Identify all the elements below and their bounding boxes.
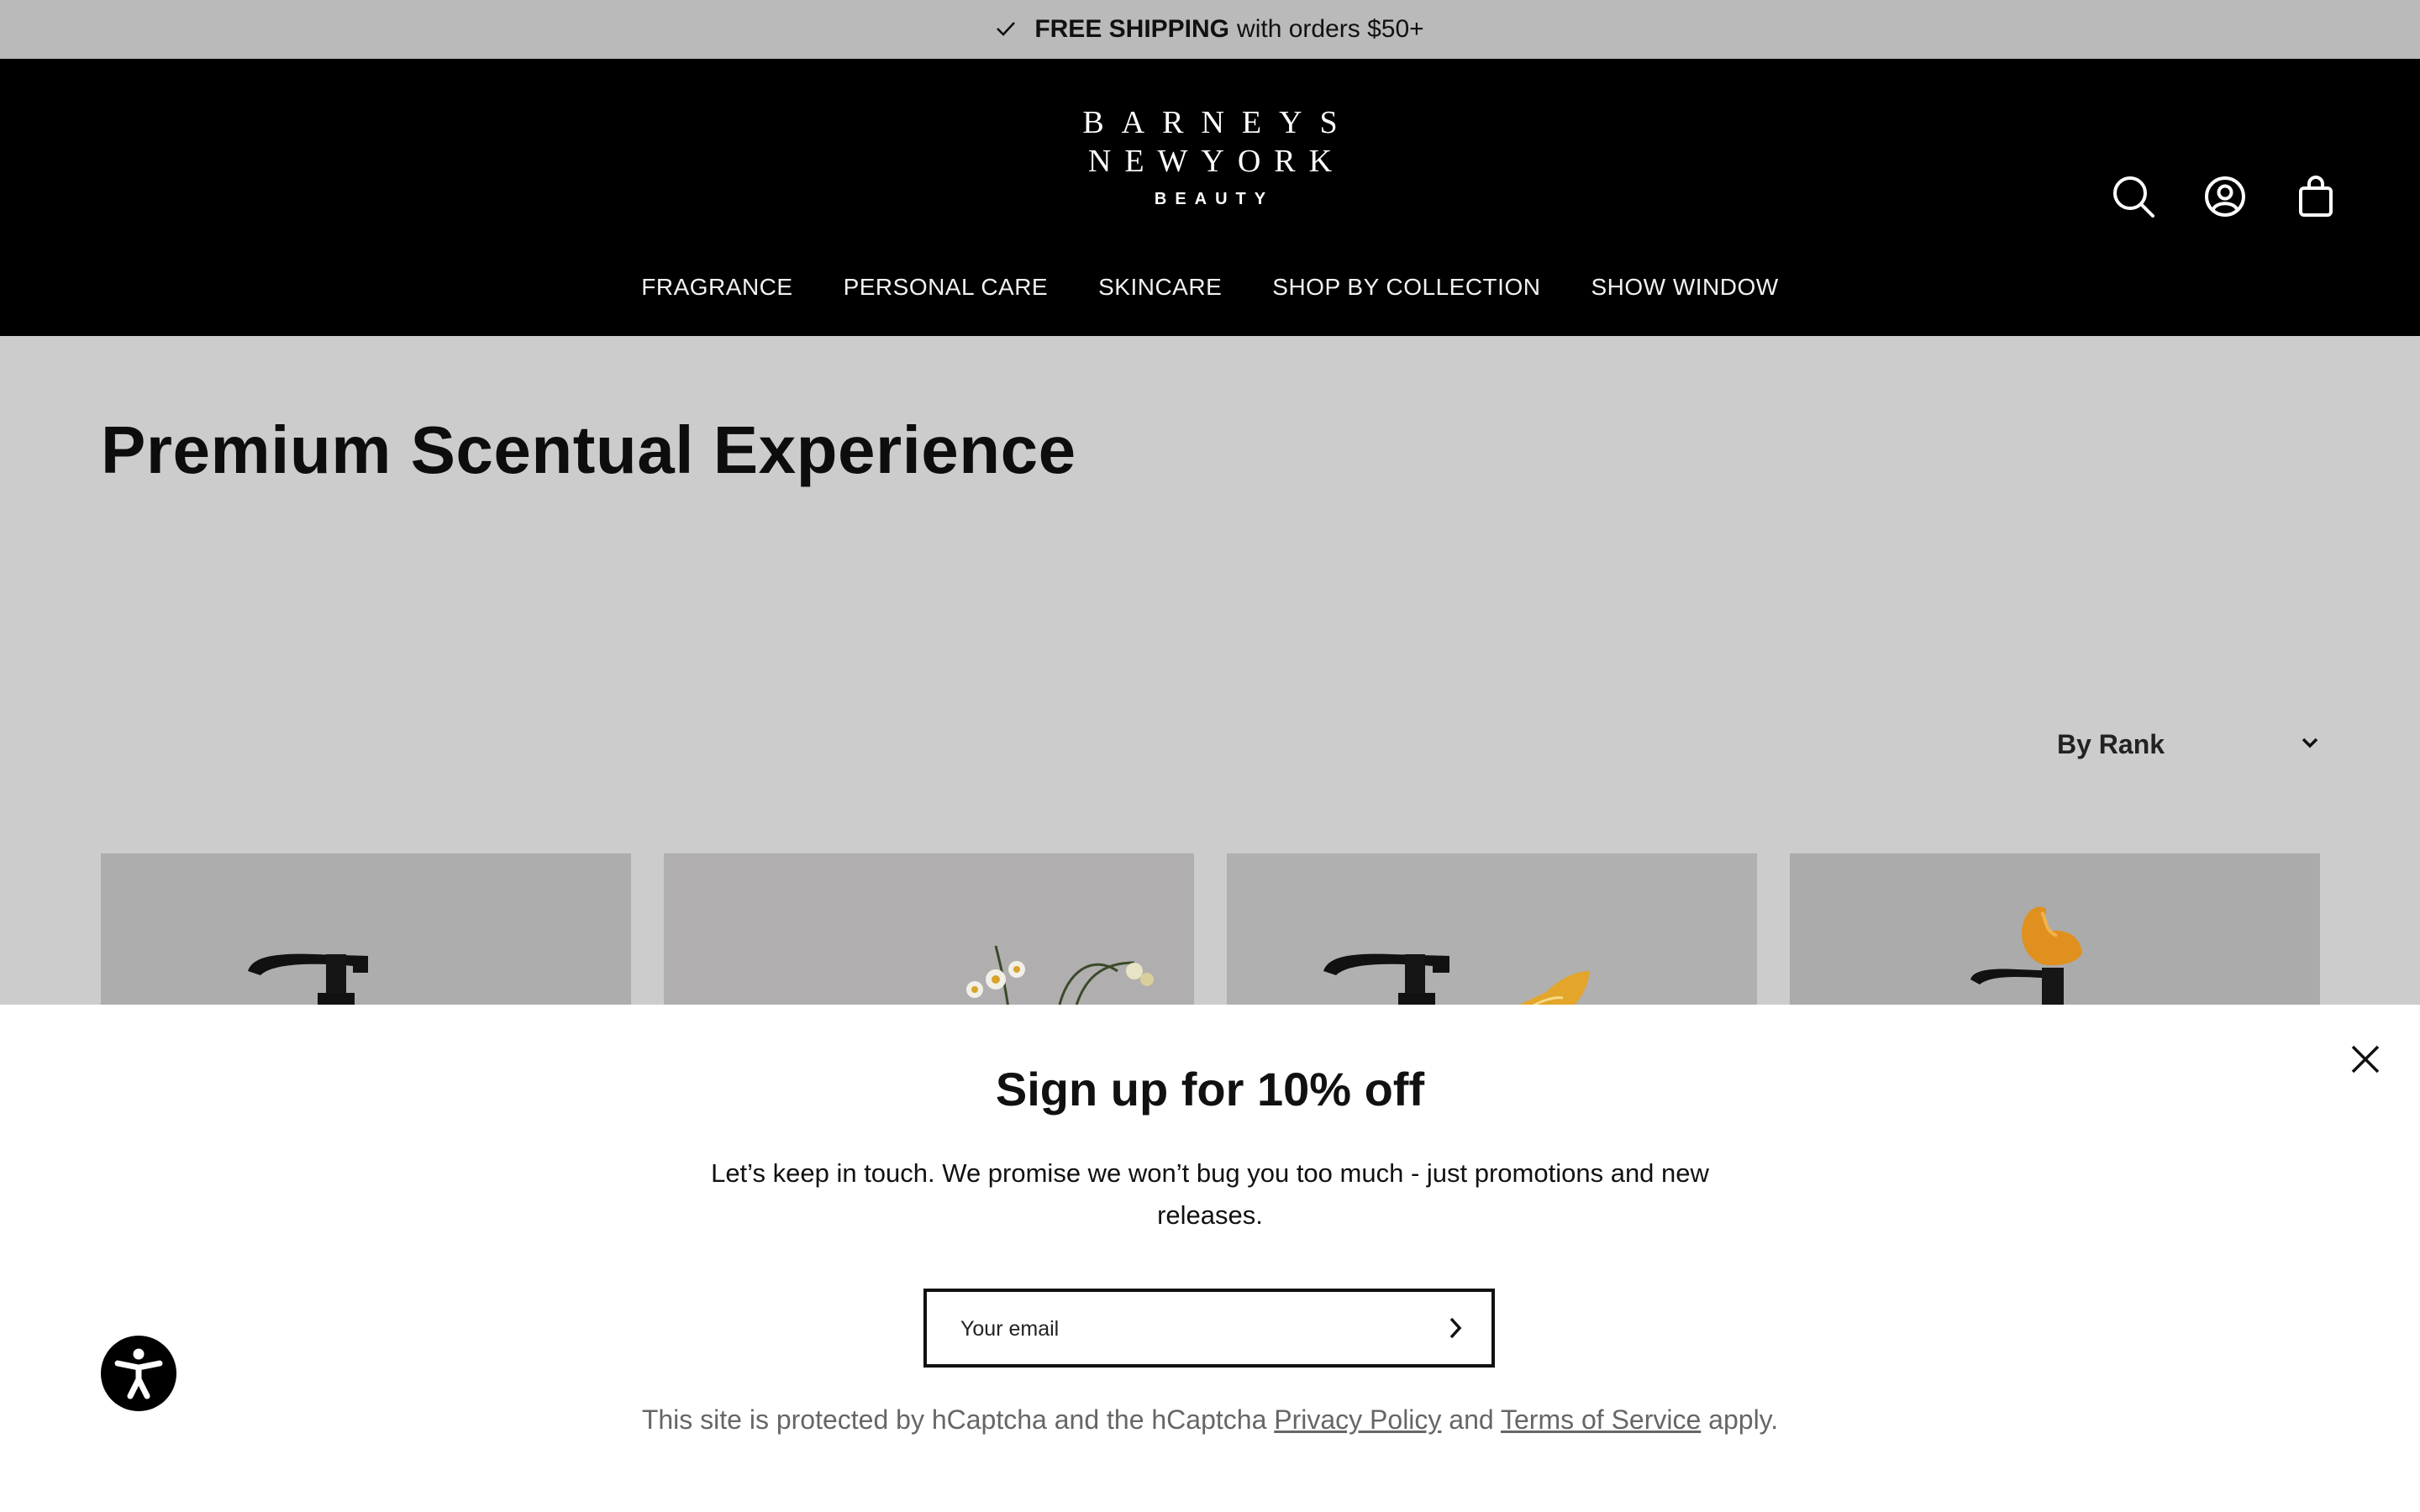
product-card-3[interactable]	[1227, 853, 1757, 1008]
nav-skincare[interactable]: SKINCARE	[1098, 274, 1222, 301]
announcement-bold: FREE SHIPPING	[1034, 15, 1230, 43]
newsletter-popup: Sign up for 10% off Let’s keep in touch.…	[0, 1005, 2420, 1512]
email-form	[923, 1289, 1495, 1368]
chevron-down-icon	[2301, 737, 2319, 753]
check-icon	[996, 15, 1016, 44]
logo-line-1: BARNEYS	[1082, 105, 1355, 140]
product-image	[101, 853, 631, 1008]
email-input[interactable]	[959, 1292, 1416, 1366]
sort-selected: By Rank	[2057, 728, 2165, 759]
terms-of-service-link[interactable]: Terms of Service	[1501, 1404, 1701, 1435]
logo-line-2: NEWYORK	[1087, 144, 1346, 179]
captcha-and: and	[1449, 1404, 1494, 1435]
product-image	[1227, 853, 1757, 1008]
announcement-text: with orders $50+	[1237, 15, 1424, 43]
captcha-notice: This site is protected by hCaptcha and t…	[0, 1404, 2420, 1436]
captcha-prefix: This site is protected by hCaptcha and t…	[641, 1404, 1267, 1435]
captcha-suffix: apply.	[1708, 1404, 1779, 1435]
popup-description: Let’s keep in touch. We promise we won’t…	[711, 1158, 1709, 1230]
cart-icon[interactable]	[2292, 173, 2339, 220]
announcement-bar: FREE SHIPPING with orders $50+	[0, 0, 2420, 59]
accessibility-icon[interactable]	[101, 1336, 176, 1411]
product-card-2[interactable]	[664, 853, 1194, 1008]
search-icon[interactable]	[2110, 173, 2157, 220]
page-title: Premium Scentual Experience	[101, 412, 1076, 487]
nav-shop-by-collection[interactable]: SHOP BY COLLECTION	[1272, 274, 1540, 301]
submit-arrow-icon[interactable]	[1441, 1314, 1470, 1342]
product-card-1[interactable]	[101, 853, 631, 1008]
site-header: BARNEYS NEWYORK BEAUTY FRAGRANCE PERSONA…	[0, 59, 2420, 336]
nav-show-window[interactable]: SHOW WINDOW	[1591, 274, 1778, 301]
nav-fragrance[interactable]: FRAGRANCE	[641, 274, 792, 301]
account-icon[interactable]	[2202, 173, 2249, 220]
product-card-4[interactable]	[1790, 853, 2320, 1008]
logo-line-3: BEAUTY	[1154, 190, 1275, 208]
sort-dropdown[interactable]: By Rank	[2057, 722, 2319, 766]
main-nav: FRAGRANCE PERSONAL CARE SKINCARE SHOP BY…	[0, 274, 2420, 301]
product-image	[1790, 853, 2320, 1008]
nav-personal-care[interactable]: PERSONAL CARE	[844, 274, 1049, 301]
product-image	[664, 853, 1194, 1008]
popup-title: Sign up for 10% off	[995, 1063, 1425, 1116]
privacy-policy-link[interactable]: Privacy Policy	[1274, 1404, 1441, 1435]
